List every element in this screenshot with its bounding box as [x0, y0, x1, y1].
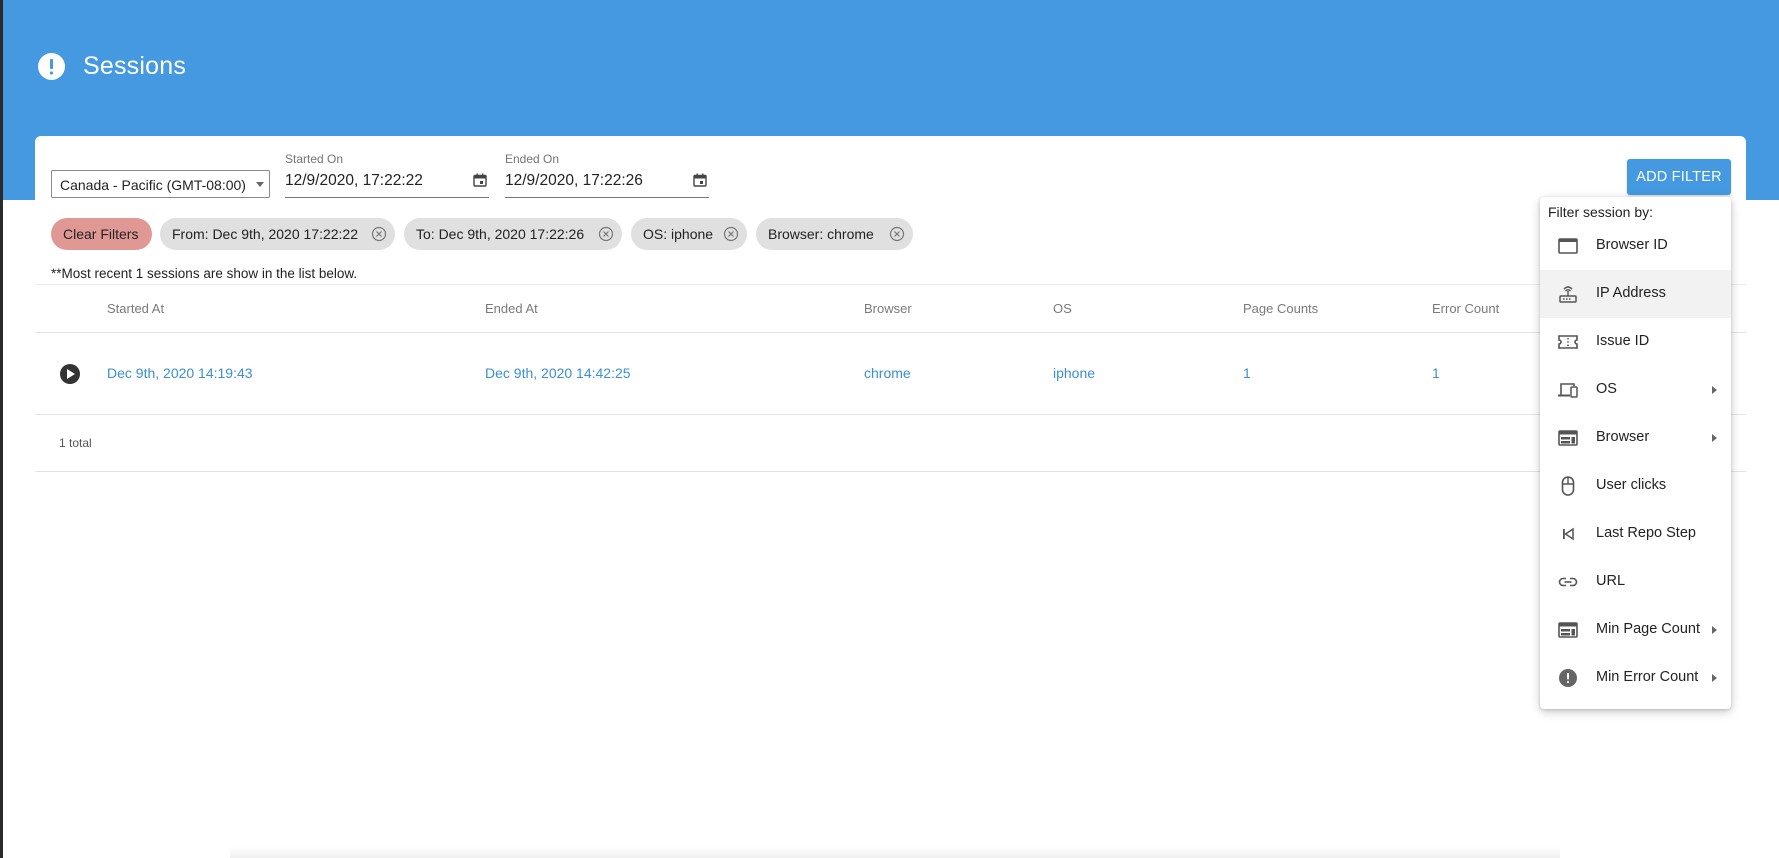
- table-header: Started At Ended At Browser OS Page Coun…: [35, 284, 1746, 333]
- started-on-value[interactable]: 12/9/2020, 17:22:22: [285, 172, 423, 190]
- column-header[interactable]: OS: [1053, 301, 1072, 316]
- submenu-arrow-icon: [1712, 386, 1717, 394]
- menu-item-ip-address[interactable]: IP Address: [1540, 270, 1731, 318]
- menu-item-label: OS: [1596, 381, 1617, 397]
- page-counts-cell[interactable]: 1: [1243, 365, 1251, 381]
- started-on-field[interactable]: Started On 12/9/2020, 17:22:22: [285, 152, 489, 198]
- mouse-icon: [1561, 476, 1575, 496]
- table-row[interactable]: Dec 9th, 2020 14:19:43 Dec 9th, 2020 14:…: [35, 333, 1746, 415]
- column-header[interactable]: Browser: [864, 301, 912, 316]
- browser-window-icon: [1558, 238, 1578, 254]
- filter-chip-os: OS: iphone: [631, 218, 747, 250]
- total-count: 1 total: [59, 436, 92, 450]
- menu-item-label: Browser: [1596, 429, 1650, 445]
- menu-item-label: URL: [1596, 573, 1626, 589]
- filter-chip-from: From: Dec 9th, 2020 17:22:22: [160, 218, 395, 250]
- router-icon: [1559, 286, 1577, 303]
- ended-at-cell[interactable]: Dec 9th, 2020 14:42:25: [485, 365, 631, 381]
- os-cell[interactable]: iphone: [1053, 365, 1095, 381]
- submenu-arrow-icon: [1712, 434, 1717, 442]
- menu-item-url[interactable]: URL: [1540, 558, 1731, 606]
- column-header[interactable]: Error Count: [1432, 301, 1499, 316]
- filter-menu: Filter session by: Browser ID IP Address…: [1540, 197, 1731, 709]
- page-title: Sessions: [83, 52, 187, 80]
- calendar-icon[interactable]: [473, 173, 487, 187]
- menu-item-label: Min Page Count: [1596, 621, 1700, 637]
- menu-item-user-clicks[interactable]: User clicks: [1540, 462, 1731, 510]
- timezone-select[interactable]: Canada - Pacific (GMT-08:00): [51, 170, 270, 198]
- menu-item-min-error-count[interactable]: Min Error Count: [1540, 654, 1731, 702]
- ticket-icon: [1558, 335, 1578, 349]
- menu-item-label: Issue ID: [1596, 333, 1650, 349]
- menu-item-label: Min Error Count: [1596, 669, 1699, 685]
- menu-item-label: Browser ID: [1596, 237, 1668, 253]
- menu-item-label: IP Address: [1596, 285, 1666, 301]
- started-at-cell[interactable]: Dec 9th, 2020 14:19:43: [107, 365, 253, 381]
- column-header[interactable]: Ended At: [485, 301, 538, 316]
- ended-on-label: Ended On: [505, 152, 560, 166]
- menu-item-browser[interactable]: Browser: [1540, 414, 1731, 462]
- alert-circle-icon: [38, 53, 65, 80]
- link-icon: [1558, 577, 1578, 587]
- filter-chip-to: To: Dec 9th, 2020 17:22:26: [404, 218, 622, 250]
- add-filter-button[interactable]: ADD FILTER: [1627, 159, 1731, 195]
- play-icon[interactable]: [60, 364, 80, 384]
- clear-filters-button[interactable]: Clear Filters: [51, 218, 152, 250]
- menu-item-issue-id[interactable]: Issue ID: [1540, 318, 1731, 366]
- devices-icon: [1558, 383, 1578, 398]
- submenu-arrow-icon: [1712, 674, 1717, 682]
- menu-item-browser-id[interactable]: Browser ID: [1540, 222, 1731, 270]
- column-header[interactable]: Started At: [107, 301, 164, 316]
- remove-chip-icon[interactable]: [371, 226, 387, 242]
- menu-item-os[interactable]: OS: [1540, 366, 1731, 414]
- calendar-icon[interactable]: [693, 173, 707, 187]
- filter-menu-title: Filter session by:: [1548, 204, 1654, 220]
- sessions-note: **Most recent 1 sessions are show in the…: [51, 266, 358, 281]
- error-icon: [1559, 669, 1577, 687]
- menu-item-label: User clicks: [1596, 477, 1667, 493]
- ended-on-value[interactable]: 12/9/2020, 17:22:26: [505, 172, 643, 190]
- menu-item-label: Last Repo Step: [1596, 525, 1696, 541]
- remove-chip-icon[interactable]: [723, 226, 739, 242]
- web-icon: [1558, 430, 1578, 446]
- chip-label: OS: iphone: [643, 226, 714, 242]
- submenu-arrow-icon: [1712, 626, 1717, 634]
- chip-label: From: Dec 9th, 2020 17:22:22: [172, 226, 358, 242]
- browser-cell[interactable]: chrome: [864, 365, 911, 381]
- web-icon: [1558, 622, 1578, 638]
- chip-label: To: Dec 9th, 2020 17:22:26: [416, 226, 585, 242]
- skip-previous-icon: [1563, 527, 1574, 541]
- started-on-label: Started On: [285, 152, 344, 166]
- bottom-shadow: [230, 846, 1560, 858]
- menu-item-min-page-count[interactable]: Min Page Count: [1540, 606, 1731, 654]
- remove-chip-icon[interactable]: [598, 226, 614, 242]
- error-count-cell[interactable]: 1: [1432, 365, 1440, 381]
- timezone-value: Canada - Pacific (GMT-08:00): [60, 177, 246, 193]
- ended-on-field[interactable]: Ended On 12/9/2020, 17:22:26: [505, 152, 709, 198]
- remove-chip-icon[interactable]: [889, 226, 905, 242]
- sessions-card: Canada - Pacific (GMT-08:00) Started On …: [35, 136, 1746, 858]
- chip-label: Browser: chrome: [768, 226, 874, 242]
- filter-chip-browser: Browser: chrome: [756, 218, 913, 250]
- column-header[interactable]: Page Counts: [1243, 301, 1318, 316]
- table-footer: 1 total: [35, 415, 1746, 472]
- menu-item-last-repo-step[interactable]: Last Repo Step: [1540, 510, 1731, 558]
- dropdown-arrow-icon: [256, 182, 264, 187]
